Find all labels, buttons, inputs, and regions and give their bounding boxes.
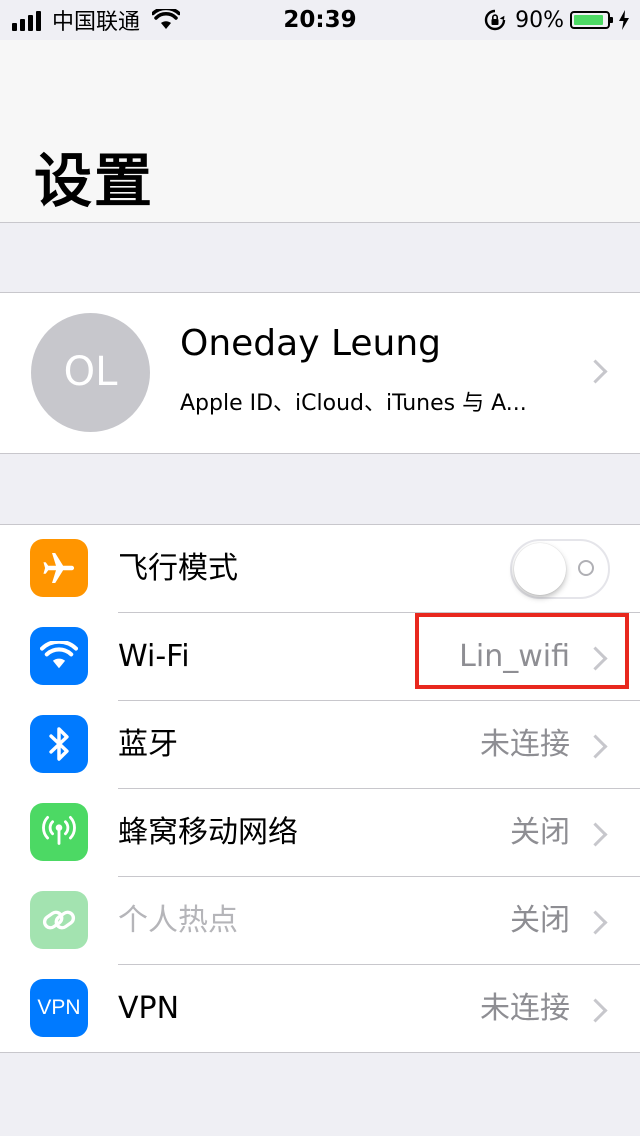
navigation-header: 设置 [0,40,640,223]
annotation-highlight-box [415,613,629,689]
toggle-off-indicator [578,560,594,576]
profile-subtitle: Apple ID、iCloud、iTunes 与 A... [180,391,527,416]
settings-row-vpn[interactable]: VPN VPN 未连接 [0,965,640,1053]
connectivity-settings-group: 飞行模式 Wi-Fi Lin_wifi 蓝牙 未连接 蜂窝移动网络 关闭 个人热… [0,524,640,1053]
chevron-right-icon [583,998,608,1023]
toggle-knob [514,543,566,595]
vpn-icon: VPN [30,979,88,1037]
page-title: 设置 [34,147,155,215]
settings-row-cellular[interactable]: 蜂窝移动网络 关闭 [0,789,640,877]
orientation-lock-icon [484,9,506,31]
hotspot-status: 关闭 [510,903,570,938]
apple-id-profile-row[interactable]: OL Oneday Leung Apple ID、iCloud、iTunes 与… [0,292,640,454]
charging-bolt-icon [619,10,629,30]
chevron-right-icon [583,734,608,759]
settings-row-personal-hotspot[interactable]: 个人热点 关闭 [0,877,640,965]
status-bar: 中国联通 20:39 90% [0,0,640,40]
cellular-status: 关闭 [510,815,570,850]
settings-row-airplane-mode: 飞行模式 [0,525,640,613]
avatar: OL [31,313,150,432]
row-label: 蜂窝移动网络 [118,815,298,850]
chevron-right-icon [583,910,608,935]
battery-percentage: 90% [515,7,564,33]
airplane-mode-toggle[interactable] [510,539,610,599]
bluetooth-status: 未连接 [480,727,570,762]
vpn-status: 未连接 [480,991,570,1026]
battery-icon [570,11,613,29]
row-label: Wi-Fi [118,639,190,674]
profile-name: Oneday Leung [180,323,442,364]
row-label: 飞行模式 [118,551,238,586]
cellular-antenna-icon [30,803,88,861]
airplane-icon [30,539,88,597]
settings-row-bluetooth[interactable]: 蓝牙 未连接 [0,701,640,789]
row-label: VPN [118,991,180,1026]
bluetooth-icon [30,715,88,773]
row-label: 蓝牙 [118,727,178,762]
chevron-right-icon [583,359,608,384]
wifi-icon [30,627,88,685]
row-label: 个人热点 [118,903,238,938]
vpn-icon-text: VPN [37,996,81,1019]
hotspot-link-icon [30,891,88,949]
battery-level-fill [574,15,603,25]
chevron-right-icon [583,822,608,847]
